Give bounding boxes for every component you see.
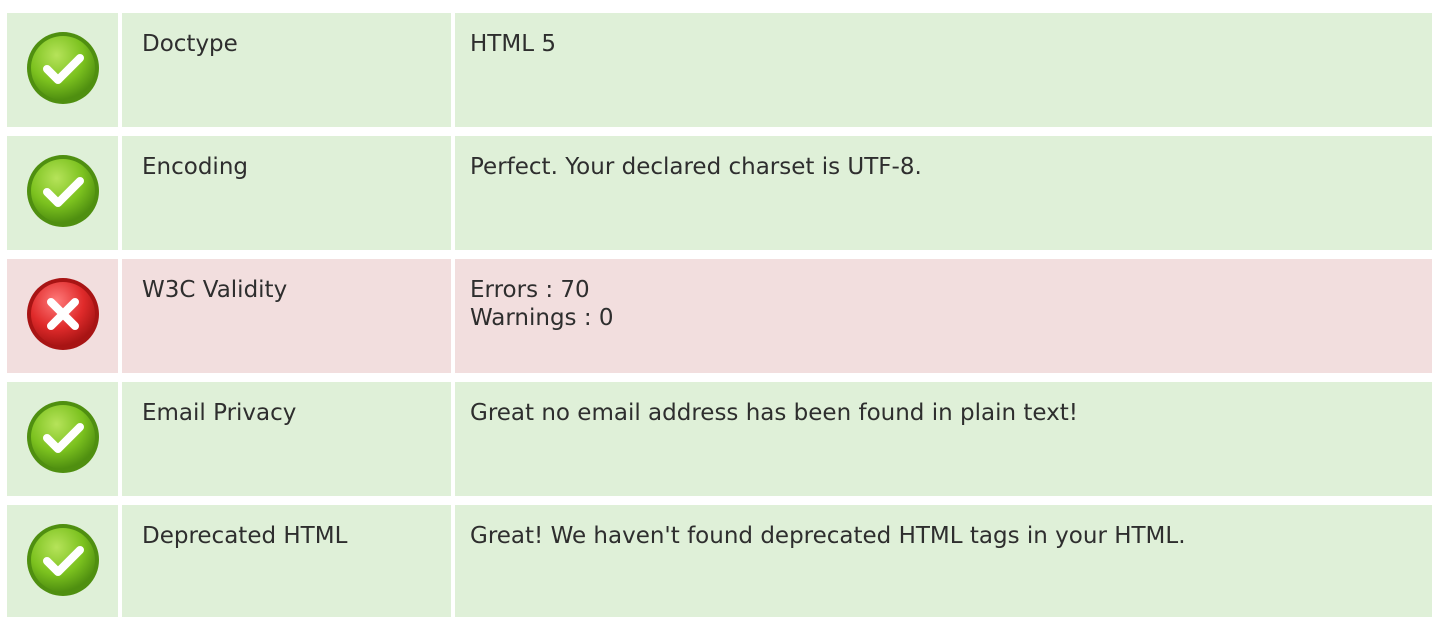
value-line: Great! We haven't found deprecated HTML …: [470, 523, 1186, 549]
value-line: Errors : 70: [470, 277, 590, 303]
table-row-encoding: Encoding Perfect. Your declared charset …: [7, 136, 1432, 250]
results-table: Doctype HTML 5 Encoding Perfect. Your de…: [7, 13, 1432, 617]
check-value: HTML 5: [455, 13, 1432, 127]
check-value: Perfect. Your declared charset is UTF-8.: [455, 136, 1432, 250]
value-line: Warnings : 0: [470, 305, 614, 331]
check-name: Email Privacy: [122, 382, 451, 496]
check-value: Great! We haven't found deprecated HTML …: [455, 505, 1432, 617]
table-row-w3c-validity: W3C Validity Errors : 70 Warnings : 0: [7, 259, 1432, 373]
value-line: Great no email address has been found in…: [470, 400, 1078, 426]
value-line: Perfect. Your declared charset is UTF-8.: [470, 154, 922, 180]
check-circle-icon: [25, 153, 101, 250]
check-value: Errors : 70 Warnings : 0: [455, 259, 1432, 373]
check-name: W3C Validity: [122, 259, 451, 373]
check-name: Deprecated HTML: [122, 505, 451, 617]
table-row-doctype: Doctype HTML 5: [7, 13, 1432, 127]
check-circle-icon: [25, 30, 101, 127]
status-cell: [7, 505, 118, 617]
check-circle-icon: [25, 399, 101, 496]
table-row-deprecated-html: Deprecated HTML Great! We haven't found …: [7, 505, 1432, 617]
error-circle-icon: [25, 276, 101, 373]
status-cell: [7, 13, 118, 127]
check-name: Doctype: [122, 13, 451, 127]
status-cell: [7, 382, 118, 496]
status-cell: [7, 259, 118, 373]
table-row-email-privacy: Email Privacy Great no email address has…: [7, 382, 1432, 496]
check-value: Great no email address has been found in…: [455, 382, 1432, 496]
status-cell: [7, 136, 118, 250]
check-name: Encoding: [122, 136, 451, 250]
value-line: HTML 5: [470, 31, 556, 57]
